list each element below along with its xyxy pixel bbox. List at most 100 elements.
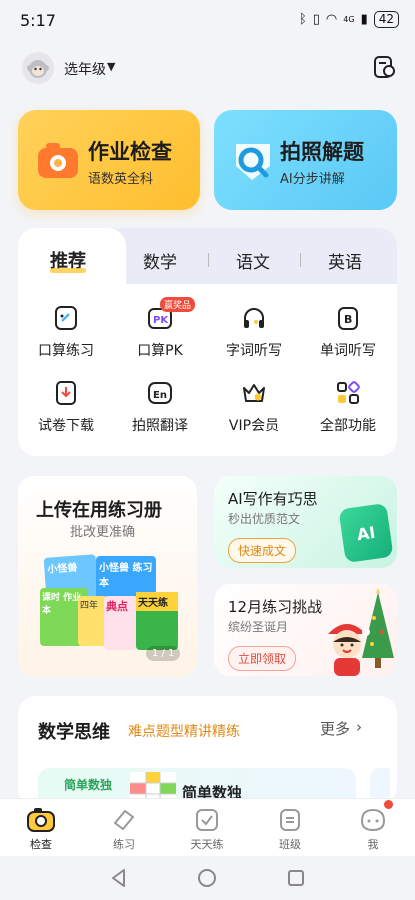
grid-item-mental-math[interactable]: 口算练习 (19, 302, 113, 372)
back-icon[interactable] (110, 868, 128, 888)
book-cover: 天天练 (136, 592, 178, 650)
tab-divider (300, 253, 301, 267)
homework-check-title: 作业检查 (88, 140, 172, 164)
math-title: 数学思维 (38, 722, 110, 743)
battery-indicator: 42 (373, 11, 399, 28)
monkey-avatar-icon (27, 60, 49, 78)
grid-item-all-features[interactable]: 全部功能 (301, 377, 395, 447)
system-navigation-bar (0, 856, 415, 900)
pencil-note-icon (50, 302, 82, 334)
vibrate-icon: ▯ (312, 12, 320, 27)
grid-label: 口算练习 (38, 343, 94, 359)
wifi-icon: ◠ (325, 12, 338, 27)
nav-label: 练习 (113, 838, 135, 851)
grid-item-english-dictation[interactable]: B 单词听写 (301, 302, 395, 372)
grid-item-photo-translate[interactable]: En 拍照翻译 (113, 377, 207, 447)
scan-icon[interactable] (371, 54, 397, 80)
home-icon[interactable] (197, 868, 217, 888)
math-subtitle: 难点题型精讲精练 (128, 724, 240, 740)
search-magnifier-icon (230, 140, 276, 188)
svg-text:PK: PK (153, 315, 169, 326)
nav-daily[interactable]: 天天练 (177, 806, 237, 852)
tab-math[interactable]: 数学 (143, 248, 177, 273)
tab-divider (208, 253, 209, 267)
status-bar: 5:17 ᛒ ▯ ◠ 4G ▮ 42 (0, 0, 415, 40)
tab-english[interactable]: 英语 (328, 248, 362, 273)
letter-b-icon: B (332, 302, 364, 334)
notification-dot (384, 800, 393, 809)
photo-solve-title: 拍照解题 (280, 140, 364, 164)
grid-item-vip[interactable]: VIP会员 (207, 377, 301, 447)
grid-label: 拍照翻译 (132, 418, 188, 434)
avatar[interactable] (22, 52, 54, 84)
ai-writing-subtitle: 秒出优质范文 (228, 512, 301, 526)
grid-item-paper-download[interactable]: 试卷下载 (19, 377, 113, 447)
quick-write-button[interactable]: 快速成文 (228, 538, 297, 563)
upload-title: 上传在用练习册 (36, 500, 162, 521)
grade-selector[interactable]: 选年级 (64, 59, 106, 79)
camera-icon (36, 140, 82, 186)
grid-label: 试卷下载 (38, 418, 94, 434)
homework-check-subtitle: 语数英全科 (88, 172, 154, 187)
grid-label: 单词听写 (320, 343, 376, 359)
translate-en-icon: En (144, 377, 176, 409)
grid-label: VIP会员 (228, 418, 280, 434)
workbook-covers: 小怪兽 小怪兽 练习本 课时 作业本 四年 典点 天天练 (40, 554, 180, 656)
class-list-icon (276, 806, 304, 834)
camera-icon (27, 806, 55, 834)
photo-solve-card[interactable]: 拍照解题 AI分步讲解 (214, 110, 397, 210)
nav-label: 天天练 (190, 838, 224, 851)
signal-icon: ▮ (360, 12, 368, 27)
profile-face-icon (359, 806, 387, 834)
math-thinking-card: 数学思维 难点题型精讲精练 更多 › 简单数独 简单数独 (18, 696, 397, 806)
grid-label: 口算PK (137, 343, 183, 359)
nav-label: 我 (367, 838, 379, 851)
nav-practice[interactable]: 练习 (94, 806, 154, 852)
ai-logo-text: AI (355, 522, 377, 544)
grid-item-math-pk[interactable]: PK 口算PK (113, 302, 207, 372)
all-features-icon (332, 377, 364, 409)
download-paper-icon (50, 377, 82, 409)
crown-icon (238, 377, 270, 409)
eraser-tag-icon (110, 806, 138, 834)
pager-indicator: 1 / 1 (146, 646, 181, 661)
ai-writing-card[interactable]: AI写作有巧思 秒出优质范文 快速成文 AI (214, 476, 397, 568)
ai-writing-title: AI写作有巧思 (228, 490, 318, 508)
december-challenge-card[interactable]: 12月练习挑战 缤纷圣诞月 立即领取 (214, 584, 397, 676)
grid-label: 全部功能 (320, 418, 376, 434)
signal-label: 4G (343, 15, 355, 24)
tab-underline (50, 268, 86, 273)
photo-solve-subtitle: AI分步讲解 (280, 172, 345, 187)
bluetooth-icon: ᛒ (298, 12, 307, 27)
ai-doc-icon: AI (338, 502, 394, 564)
chevron-down-icon[interactable]: ▼ (107, 60, 115, 73)
grid-label: 字词听写 (226, 343, 282, 359)
more-label: 更多 (320, 720, 351, 738)
tab-chinese[interactable]: 语文 (236, 248, 270, 273)
book-title: 典点 (106, 600, 128, 613)
check-square-icon (193, 806, 221, 834)
chevron-right-icon: › (356, 718, 363, 736)
svg-text:En: En (153, 390, 167, 401)
book-title: 小怪兽 练习本 (99, 563, 153, 589)
svg-text:B: B (344, 313, 352, 326)
prize-badge: 赢奖品 (160, 297, 196, 312)
claim-now-button[interactable]: 立即领取 (228, 646, 297, 671)
grid-item-word-dictation[interactable]: 字词听写 (207, 302, 301, 372)
sudoku-tag: 简单数独 (64, 778, 113, 792)
upload-subtitle: 批改更准确 (70, 525, 136, 540)
challenge-title: 12月练习挑战 (228, 598, 323, 616)
status-icons: ᛒ ▯ ◠ 4G ▮ 42 (299, 11, 399, 28)
book-title: 小怪兽 (47, 562, 78, 576)
recents-icon[interactable] (287, 869, 305, 887)
book-cover: 典点 (104, 596, 138, 650)
status-time: 5:17 (20, 11, 56, 30)
upload-workbook-card[interactable]: 上传在用练习册 批改更准确 小怪兽 小怪兽 练习本 课时 作业本 四年 典点 天… (18, 476, 197, 676)
homework-check-card[interactable]: 作业检查 语数英全科 (18, 110, 200, 210)
nav-class[interactable]: 班级 (260, 806, 320, 852)
nav-check[interactable]: 检查 (11, 806, 71, 852)
headphones-icon (238, 302, 270, 334)
nav-label: 检查 (30, 838, 52, 851)
more-link[interactable]: 更多 › (320, 718, 362, 739)
nav-me[interactable]: 我 (343, 806, 403, 852)
